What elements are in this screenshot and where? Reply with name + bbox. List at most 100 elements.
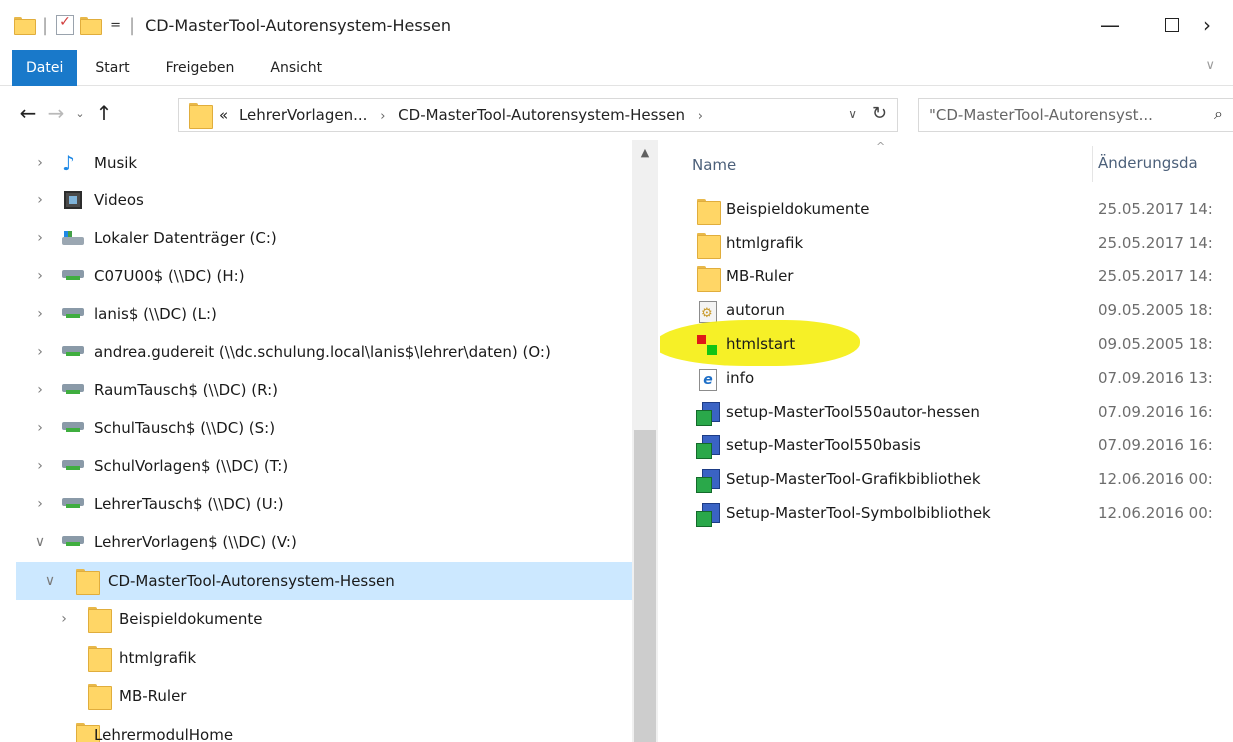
nav-item-label: CD-MasterTool-Autorensystem-Hessen — [108, 572, 395, 590]
new-folder-icon[interactable] — [80, 17, 103, 35]
up-button[interactable]: ↑ — [90, 101, 118, 125]
file-date: 09.05.2005 18: — [1098, 335, 1213, 353]
nav-item-cd-mastertool[interactable]: ∨ CD-MasterTool-Autorensystem-Hessen — [16, 562, 632, 600]
nav-item-local-drive-c[interactable]: › Lokaler Datenträger (C:) — [0, 219, 632, 257]
maximize-button[interactable] — [1141, 0, 1203, 50]
sort-ascending-icon: ^ — [876, 140, 886, 153]
nav-item-drive-o[interactable]: › andrea.gudereit (\\dc.schulung.local\l… — [0, 333, 632, 371]
close-button[interactable]: › — [1203, 0, 1233, 50]
folder-icon — [88, 646, 112, 672]
network-drive-icon — [62, 384, 84, 396]
expand-icon[interactable]: › — [32, 496, 48, 512]
nav-item-drive-u[interactable]: › LehrerTausch$ (\\DC) (U:) — [0, 485, 632, 523]
nav-item-htmlgrafik[interactable]: htmlgrafik — [0, 639, 632, 677]
nav-item-drive-v[interactable]: ∨ LehrerVorlagen$ (\\DC) (V:) — [0, 523, 632, 561]
nav-item-videos[interactable]: › Videos — [0, 181, 632, 219]
installer-icon — [696, 435, 720, 459]
column-header-date[interactable]: Änderungsda — [1098, 140, 1198, 186]
refresh-icon[interactable]: ↻ — [872, 103, 887, 124]
file-row[interactable]: e info 07.09.2016 13: — [660, 362, 1233, 396]
file-date: 25.05.2017 14: — [1098, 200, 1213, 218]
forward-button[interactable]: → — [42, 101, 70, 125]
nav-item-lehrermodulhome[interactable]: LehrermodulHome — [0, 716, 632, 742]
breadcrumb-current-folder[interactable]: CD-MasterTool-Autorensystem-Hessen — [398, 106, 685, 124]
htmlstart-app-icon — [696, 334, 720, 358]
scroll-up-icon[interactable]: ▲ — [632, 146, 658, 159]
nav-item-label: LehrermodulHome — [94, 726, 234, 742]
search-input[interactable]: "CD-MasterTool-Autorensyst... ⌕ — [918, 98, 1233, 132]
column-header-name[interactable]: Name — [692, 142, 736, 188]
folder-icon — [696, 199, 721, 225]
installer-icon — [696, 469, 720, 493]
expand-icon[interactable]: › — [32, 458, 48, 474]
breadcrumb-arrow-icon[interactable]: › — [698, 109, 703, 124]
file-row[interactable]: MB-Ruler 25.05.2017 14: — [660, 260, 1233, 294]
nav-item-label: SchulTausch$ (\\DC) (S:) — [94, 419, 276, 437]
folder-icon[interactable] — [14, 17, 36, 35]
nav-item-musik[interactable]: › ♪ Musik — [0, 144, 632, 182]
file-row[interactable]: setup-MasterTool550basis 07.09.2016 16: — [660, 429, 1233, 463]
file-row[interactable]: Setup-MasterTool-Symbolbibliothek 12.06.… — [660, 497, 1233, 531]
expand-icon[interactable]: › — [32, 192, 48, 208]
file-row-highlighted[interactable]: htmlstart 09.05.2005 18: — [660, 320, 1233, 366]
local-drive-icon — [62, 231, 84, 245]
breadcrumb-overflow[interactable]: « — [219, 106, 228, 124]
expand-icon[interactable]: › — [32, 344, 48, 360]
file-date: 07.09.2016 16: — [1098, 403, 1213, 421]
tab-freigeben[interactable]: Freigeben — [148, 50, 253, 86]
tab-datei[interactable]: Datei — [12, 49, 78, 86]
tab-ansicht[interactable]: Ansicht — [252, 50, 340, 86]
scrollbar-thumb[interactable] — [634, 430, 656, 742]
recent-locations-button[interactable]: ⌄ — [70, 107, 90, 120]
address-history-icon[interactable]: ∨ — [848, 107, 857, 121]
file-date: 07.09.2016 16: — [1098, 436, 1213, 454]
network-drive-icon — [62, 270, 84, 282]
nav-item-label: LehrerTausch$ (\\DC) (U:) — [94, 495, 284, 513]
file-date: 09.05.2005 18: — [1098, 301, 1213, 319]
nav-item-drive-r[interactable]: › RaumTausch$ (\\DC) (R:) — [0, 371, 632, 409]
file-row[interactable]: Beispieldokumente 25.05.2017 14: — [660, 193, 1233, 227]
nav-item-drive-h[interactable]: › C07U00$ (\\DC) (H:) — [0, 257, 632, 295]
nav-item-drive-t[interactable]: › SchulVorlagen$ (\\DC) (T:) — [0, 447, 632, 485]
nav-pane-scrollbar[interactable]: ▲ — [632, 140, 658, 742]
qat-separator: | — [42, 14, 49, 36]
nav-item-drive-l[interactable]: › lanis$ (\\DC) (L:) — [0, 295, 632, 333]
qat-separator: | — [128, 14, 136, 36]
expand-icon[interactable]: › — [32, 230, 48, 246]
file-name: MB-Ruler — [726, 267, 794, 285]
ribbon-expand-icon[interactable]: ∨ — [1205, 58, 1215, 73]
collapse-icon[interactable]: ∨ — [32, 534, 48, 550]
file-name: setup-MasterTool550autor-hessen — [726, 403, 980, 421]
properties-icon[interactable] — [56, 14, 75, 35]
expand-icon[interactable]: › — [56, 611, 72, 627]
nav-item-label: RaumTausch$ (\\DC) (R:) — [94, 381, 278, 399]
column-divider[interactable] — [1092, 146, 1093, 182]
tab-start[interactable]: Start — [77, 50, 147, 86]
nav-item-mb-ruler[interactable]: MB-Ruler — [0, 677, 632, 715]
file-name: autorun — [726, 301, 785, 319]
breadcrumb-arrow-icon[interactable]: › — [380, 109, 385, 124]
collapse-icon[interactable]: ∨ — [42, 573, 58, 589]
address-bar[interactable]: « LehrerVorlagen... › CD-MasterTool-Auto… — [178, 98, 898, 132]
network-drive-icon — [62, 460, 84, 472]
file-row[interactable]: htmlgrafik 25.05.2017 14: — [660, 227, 1233, 261]
title-bar: | = | CD-MasterTool-Autorensystem-Hessen… — [0, 0, 1233, 50]
network-drive-icon — [62, 498, 84, 510]
window-controls: — › — [1079, 0, 1233, 50]
expand-icon[interactable]: › — [32, 268, 48, 284]
file-row[interactable]: setup-MasterTool550autor-hessen 07.09.20… — [660, 396, 1233, 430]
breadcrumb-lehrervorlagen[interactable]: LehrerVorlagen... — [239, 106, 367, 124]
file-date: 25.05.2017 14: — [1098, 267, 1213, 285]
search-icon[interactable]: ⌕ — [1214, 104, 1223, 124]
expand-icon[interactable]: › — [32, 420, 48, 436]
expand-icon[interactable]: › — [32, 382, 48, 398]
minimize-button[interactable]: — — [1079, 0, 1141, 50]
file-row[interactable]: Setup-MasterTool-Grafikbibliothek 12.06.… — [660, 463, 1233, 497]
nav-item-drive-s[interactable]: › SchulTausch$ (\\DC) (S:) — [0, 409, 632, 447]
expand-icon[interactable]: › — [32, 306, 48, 322]
nav-item-beispieldokumente[interactable]: › Beispieldokumente — [0, 600, 632, 638]
back-button[interactable]: ← — [14, 101, 42, 125]
video-icon — [64, 191, 82, 209]
expand-icon[interactable]: › — [32, 155, 48, 171]
qat-customize-button[interactable]: = — [110, 18, 121, 33]
